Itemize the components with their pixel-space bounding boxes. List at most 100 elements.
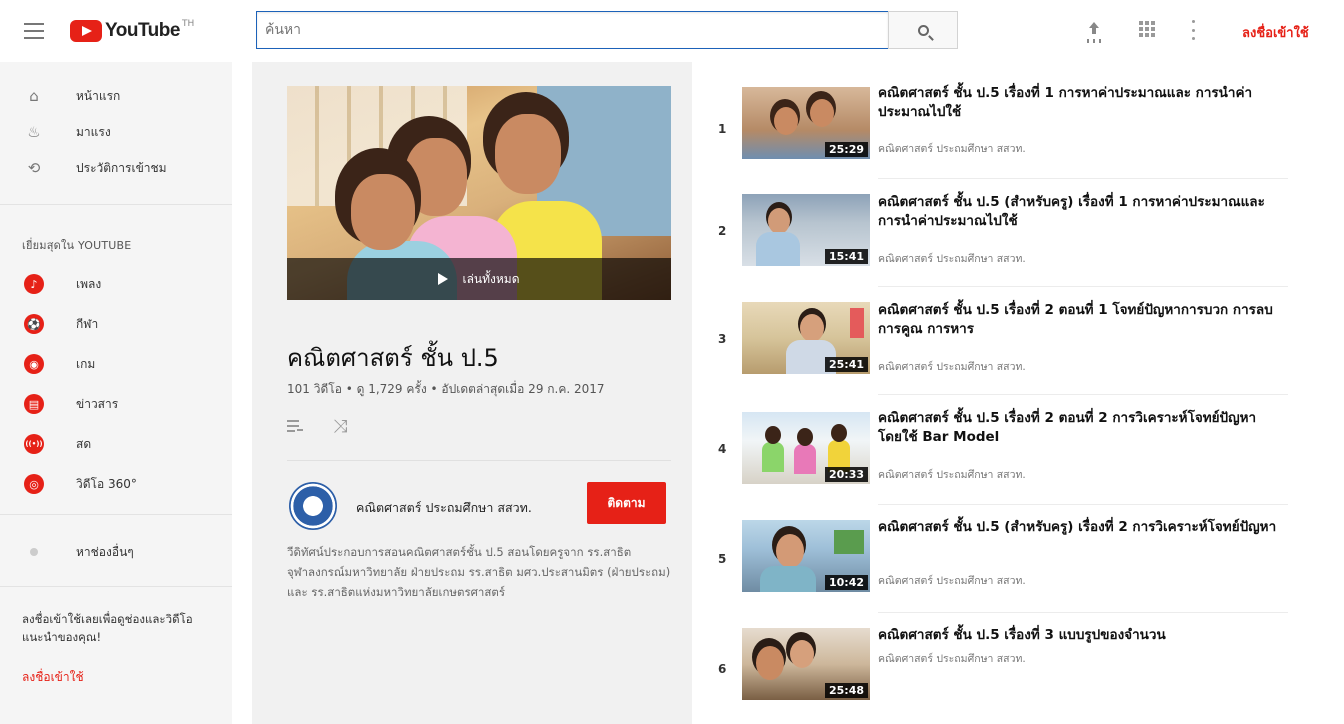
list-separator	[878, 612, 1288, 613]
more-vertical-icon[interactable]	[1192, 20, 1196, 40]
video-title[interactable]: คณิตศาสตร์ ชั้น ป.5 (สำหรับครู) เรื่องที…	[878, 193, 1278, 231]
thumbnail-figure	[800, 314, 824, 342]
playlist-thumbnail[interactable]: เล่นทั้งหมด	[287, 86, 671, 300]
video-thumbnail[interactable]: 15:41	[742, 194, 870, 266]
thumbnail-figure	[850, 308, 864, 338]
playlist-actions: ⤨	[287, 414, 379, 438]
upload-icon[interactable]	[1086, 22, 1102, 40]
thumbnail-figure	[756, 646, 784, 680]
sidebar-divider	[0, 586, 232, 587]
list-item[interactable]: 2 15:41 คณิตศาสตร์ ชั้น ป.5 (สำหรับครู) …	[700, 194, 1300, 294]
gaming-glyph: ◉	[24, 354, 44, 374]
sidebar-item-label: ประวัติการเข้าชม	[76, 160, 167, 175]
shuffle-icon[interactable]: ⤨	[333, 414, 361, 438]
sidebar-item-live[interactable]: ((•)) สด	[0, 428, 232, 460]
video-index: 3	[718, 332, 727, 346]
sports-glyph: ⚽	[24, 314, 44, 334]
sidebar-item-news[interactable]: ▤ ข่าวสาร	[0, 388, 232, 420]
video-channel[interactable]: คณิตศาสตร์ ประถมศึกษา สสวท.	[878, 650, 1026, 667]
divider	[287, 460, 671, 461]
video-thumbnail[interactable]: 25:48	[742, 628, 870, 700]
sidebar-item-music[interactable]: ♪ เพลง	[0, 268, 232, 300]
sidebar-item-label: กีฬา	[76, 316, 99, 331]
video-channel[interactable]: คณิตศาสตร์ ประถมศึกษา สสวท.	[878, 572, 1026, 589]
search-box	[256, 11, 888, 49]
video-thumbnail[interactable]: 25:29	[742, 87, 870, 159]
playlist-title: คณิตศาสตร์ ชั้น ป.5	[287, 344, 499, 372]
thumbnail-figure	[351, 174, 415, 250]
hamburger-menu-icon[interactable]	[22, 20, 46, 42]
video-index: 1	[718, 122, 727, 136]
list-separator	[878, 394, 1288, 395]
sidebar-item-trending[interactable]: ♨ มาแรง	[0, 116, 232, 148]
sidebar-item-history[interactable]: ⟲ ประวัติการเข้าชม	[0, 152, 232, 184]
list-separator	[878, 504, 1288, 505]
list-item[interactable]: 3 25:41 คณิตศาสตร์ ชั้น ป.5 เรื่องที่ 2 …	[700, 302, 1300, 402]
video-title[interactable]: คณิตศาสตร์ ชั้น ป.5 (สำหรับครู) เรื่องที…	[878, 518, 1278, 537]
video-channel[interactable]: คณิตศาสตร์ ประถมศึกษา สสวท.	[878, 140, 1026, 157]
video-index: 5	[718, 552, 727, 566]
video-duration: 25:29	[824, 142, 868, 157]
search-button[interactable]	[888, 11, 958, 49]
channel-avatar[interactable]	[289, 482, 337, 530]
sidebar-item-gaming[interactable]: ◉ เกม	[0, 348, 232, 380]
sidebar-signin-link[interactable]: ลงชื่อเข้าใช้	[22, 668, 84, 687]
sidebar-item-browse-channels[interactable]: หาช่องอื่นๆ	[0, 536, 232, 568]
video-title[interactable]: คณิตศาสตร์ ชั้น ป.5 เรื่องที่ 3 แบบรูปขอ…	[878, 626, 1278, 645]
video-channel[interactable]: คณิตศาสตร์ ประถมศึกษา สสวท.	[878, 250, 1026, 267]
thumbnail-figure	[768, 208, 790, 234]
list-item[interactable]: 5 10:42 คณิตศาสตร์ ชั้น ป.5 (สำหรับครู) …	[700, 518, 1300, 618]
video-duration: 25:41	[824, 357, 868, 372]
video-title[interactable]: คณิตศาสตร์ ชั้น ป.5 เรื่องที่ 1 การหาค่า…	[878, 84, 1278, 122]
thumbnail-figure	[495, 114, 561, 194]
video-channel[interactable]: คณิตศาสตร์ ประถมศึกษา สสวท.	[878, 466, 1026, 483]
thumbnail-figure	[756, 232, 800, 266]
sidebar-item-label: ข่าวสาร	[76, 396, 119, 411]
video-duration: 10:42	[824, 575, 868, 590]
apps-grid-icon[interactable]	[1139, 21, 1155, 37]
list-item[interactable]: 4 20:33 คณิตศาสตร์ ชั้น ป.5 เรื่องที่ 2 …	[700, 410, 1300, 510]
search-input[interactable]	[257, 12, 888, 48]
gaming-icon: ◉	[24, 354, 44, 374]
video-duration: 20:33	[824, 467, 868, 482]
add-circle-icon	[24, 542, 44, 562]
video-thumbnail[interactable]: 10:42	[742, 520, 870, 592]
video-thumbnail[interactable]: 25:41	[742, 302, 870, 374]
sports-icon: ⚽	[24, 314, 44, 334]
playlist-video-list: 1 25:29 คณิตศาสตร์ ชั้น ป.5 เรื่องที่ 1 …	[700, 62, 1344, 724]
thumbnail-figure	[810, 99, 834, 127]
add-to-queue-icon[interactable]	[287, 414, 315, 438]
subscribe-button[interactable]: ติดตาม	[587, 482, 666, 524]
youtube-logo[interactable]: YouTube TH	[70, 17, 194, 45]
video-index: 6	[718, 662, 727, 676]
sidebar-item-label: มาแรง	[76, 124, 111, 139]
sidebar-item-sports[interactable]: ⚽ กีฬา	[0, 308, 232, 340]
channel-name[interactable]: คณิตศาสตร์ ประถมศึกษา สสวท.	[356, 498, 532, 518]
sidebar-item-360[interactable]: ◎ วิดีโอ 360°	[0, 468, 232, 500]
video-thumbnail[interactable]: 20:33	[742, 412, 870, 484]
news-icon: ▤	[24, 394, 44, 414]
logo-country-suffix: TH	[181, 19, 195, 29]
video-duration: 25:48	[824, 683, 868, 698]
video-title[interactable]: คณิตศาสตร์ ชั้น ป.5 เรื่องที่ 2 ตอนที่ 1…	[878, 301, 1278, 339]
signin-button[interactable]: ลงชื่อเข้าใช้	[1242, 22, 1309, 43]
video-index: 2	[718, 224, 727, 238]
video-channel[interactable]: คณิตศาสตร์ ประถมศึกษา สสวท.	[878, 358, 1026, 375]
video-duration: 15:41	[824, 249, 868, 264]
list-separator	[878, 286, 1288, 287]
live-glyph: ((•))	[24, 434, 44, 454]
sidebar-item-home[interactable]: ⌂ หน้าแรก	[0, 80, 232, 112]
thumbnail-figure	[797, 428, 813, 446]
sidebar: ⌂ หน้าแรก ♨ มาแรง ⟲ ประวัติการเข้าชม เยี…	[0, 62, 232, 724]
playlist-stats: 101 วิดีโอ • ดู 1,729 ครั้ง • อัปเดตล่าส…	[287, 382, 605, 396]
play-all-button[interactable]: เล่นทั้งหมด	[287, 258, 671, 300]
thumbnail-figure	[794, 444, 816, 474]
sidebar-item-label: เพลง	[76, 276, 102, 291]
flame-icon: ♨	[27, 123, 41, 141]
list-item[interactable]: 6 25:48 คณิตศาสตร์ ชั้น ป.5 เรื่องที่ 3 …	[700, 626, 1300, 724]
sidebar-divider	[0, 204, 232, 205]
list-item[interactable]: 1 25:29 คณิตศาสตร์ ชั้น ป.5 เรื่องที่ 1 …	[700, 84, 1300, 184]
sidebar-item-label: หาช่องอื่นๆ	[76, 544, 134, 559]
music-icon: ♪	[24, 274, 44, 294]
video-title[interactable]: คณิตศาสตร์ ชั้น ป.5 เรื่องที่ 2 ตอนที่ 2…	[878, 409, 1278, 447]
